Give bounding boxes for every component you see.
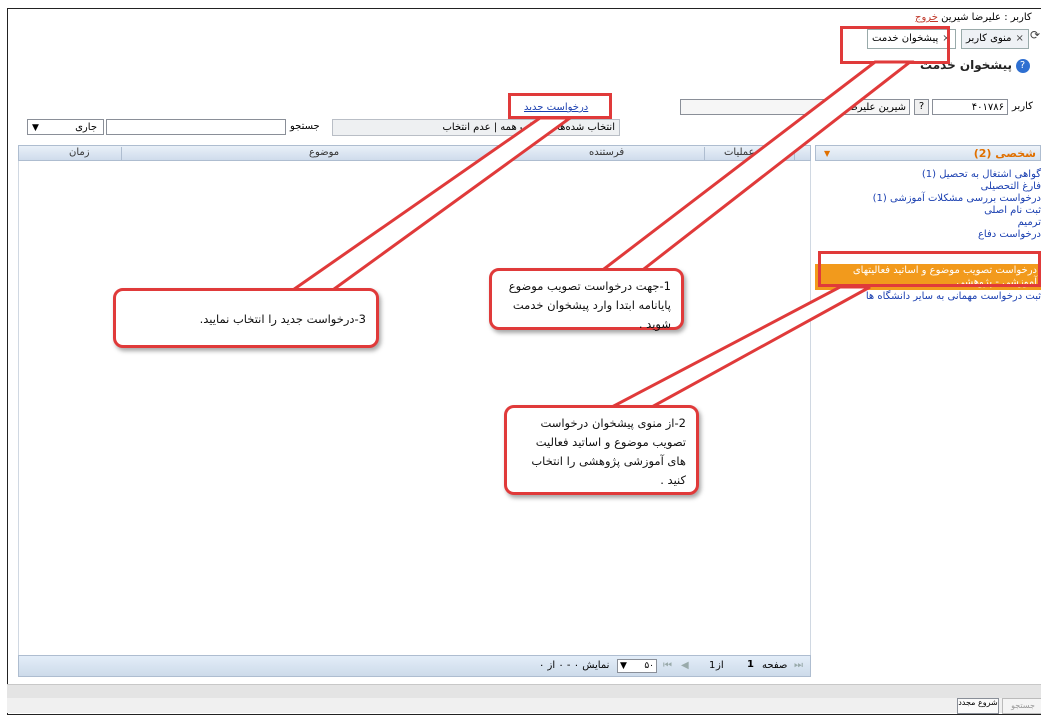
callout-connectors: [285, 60, 915, 410]
taskbar-search[interactable]: جستجو: [1002, 698, 1041, 714]
status-bar: [7, 684, 1041, 699]
callout-step-3: 3-درخواست جدید را انتخاب نمایید.: [113, 288, 379, 348]
restart-label: شروع مجدد: [958, 698, 998, 707]
callout-text: 2-از منوی پیشخوان درخواست تصویب موضوع و …: [531, 416, 686, 487]
connector-1: [595, 60, 915, 274]
connector-3: [285, 116, 575, 294]
restart-button[interactable]: شروع مجدد: [957, 698, 999, 714]
callout-text: 1-جهت درخواست تصویب موضوع پایانامه ابتدا…: [508, 279, 671, 331]
taskbar-search-label: جستجو: [1011, 701, 1035, 710]
callout-step-1: 1-جهت درخواست تصویب موضوع پایانامه ابتدا…: [489, 268, 684, 331]
callout-step-2: 2-از منوی پیشخوان درخواست تصویب موضوع و …: [504, 405, 699, 495]
callout-text: 3-درخواست جدید را انتخاب نمایید.: [199, 312, 366, 326]
taskbar: شروع مجدد جستجو: [7, 698, 1041, 714]
